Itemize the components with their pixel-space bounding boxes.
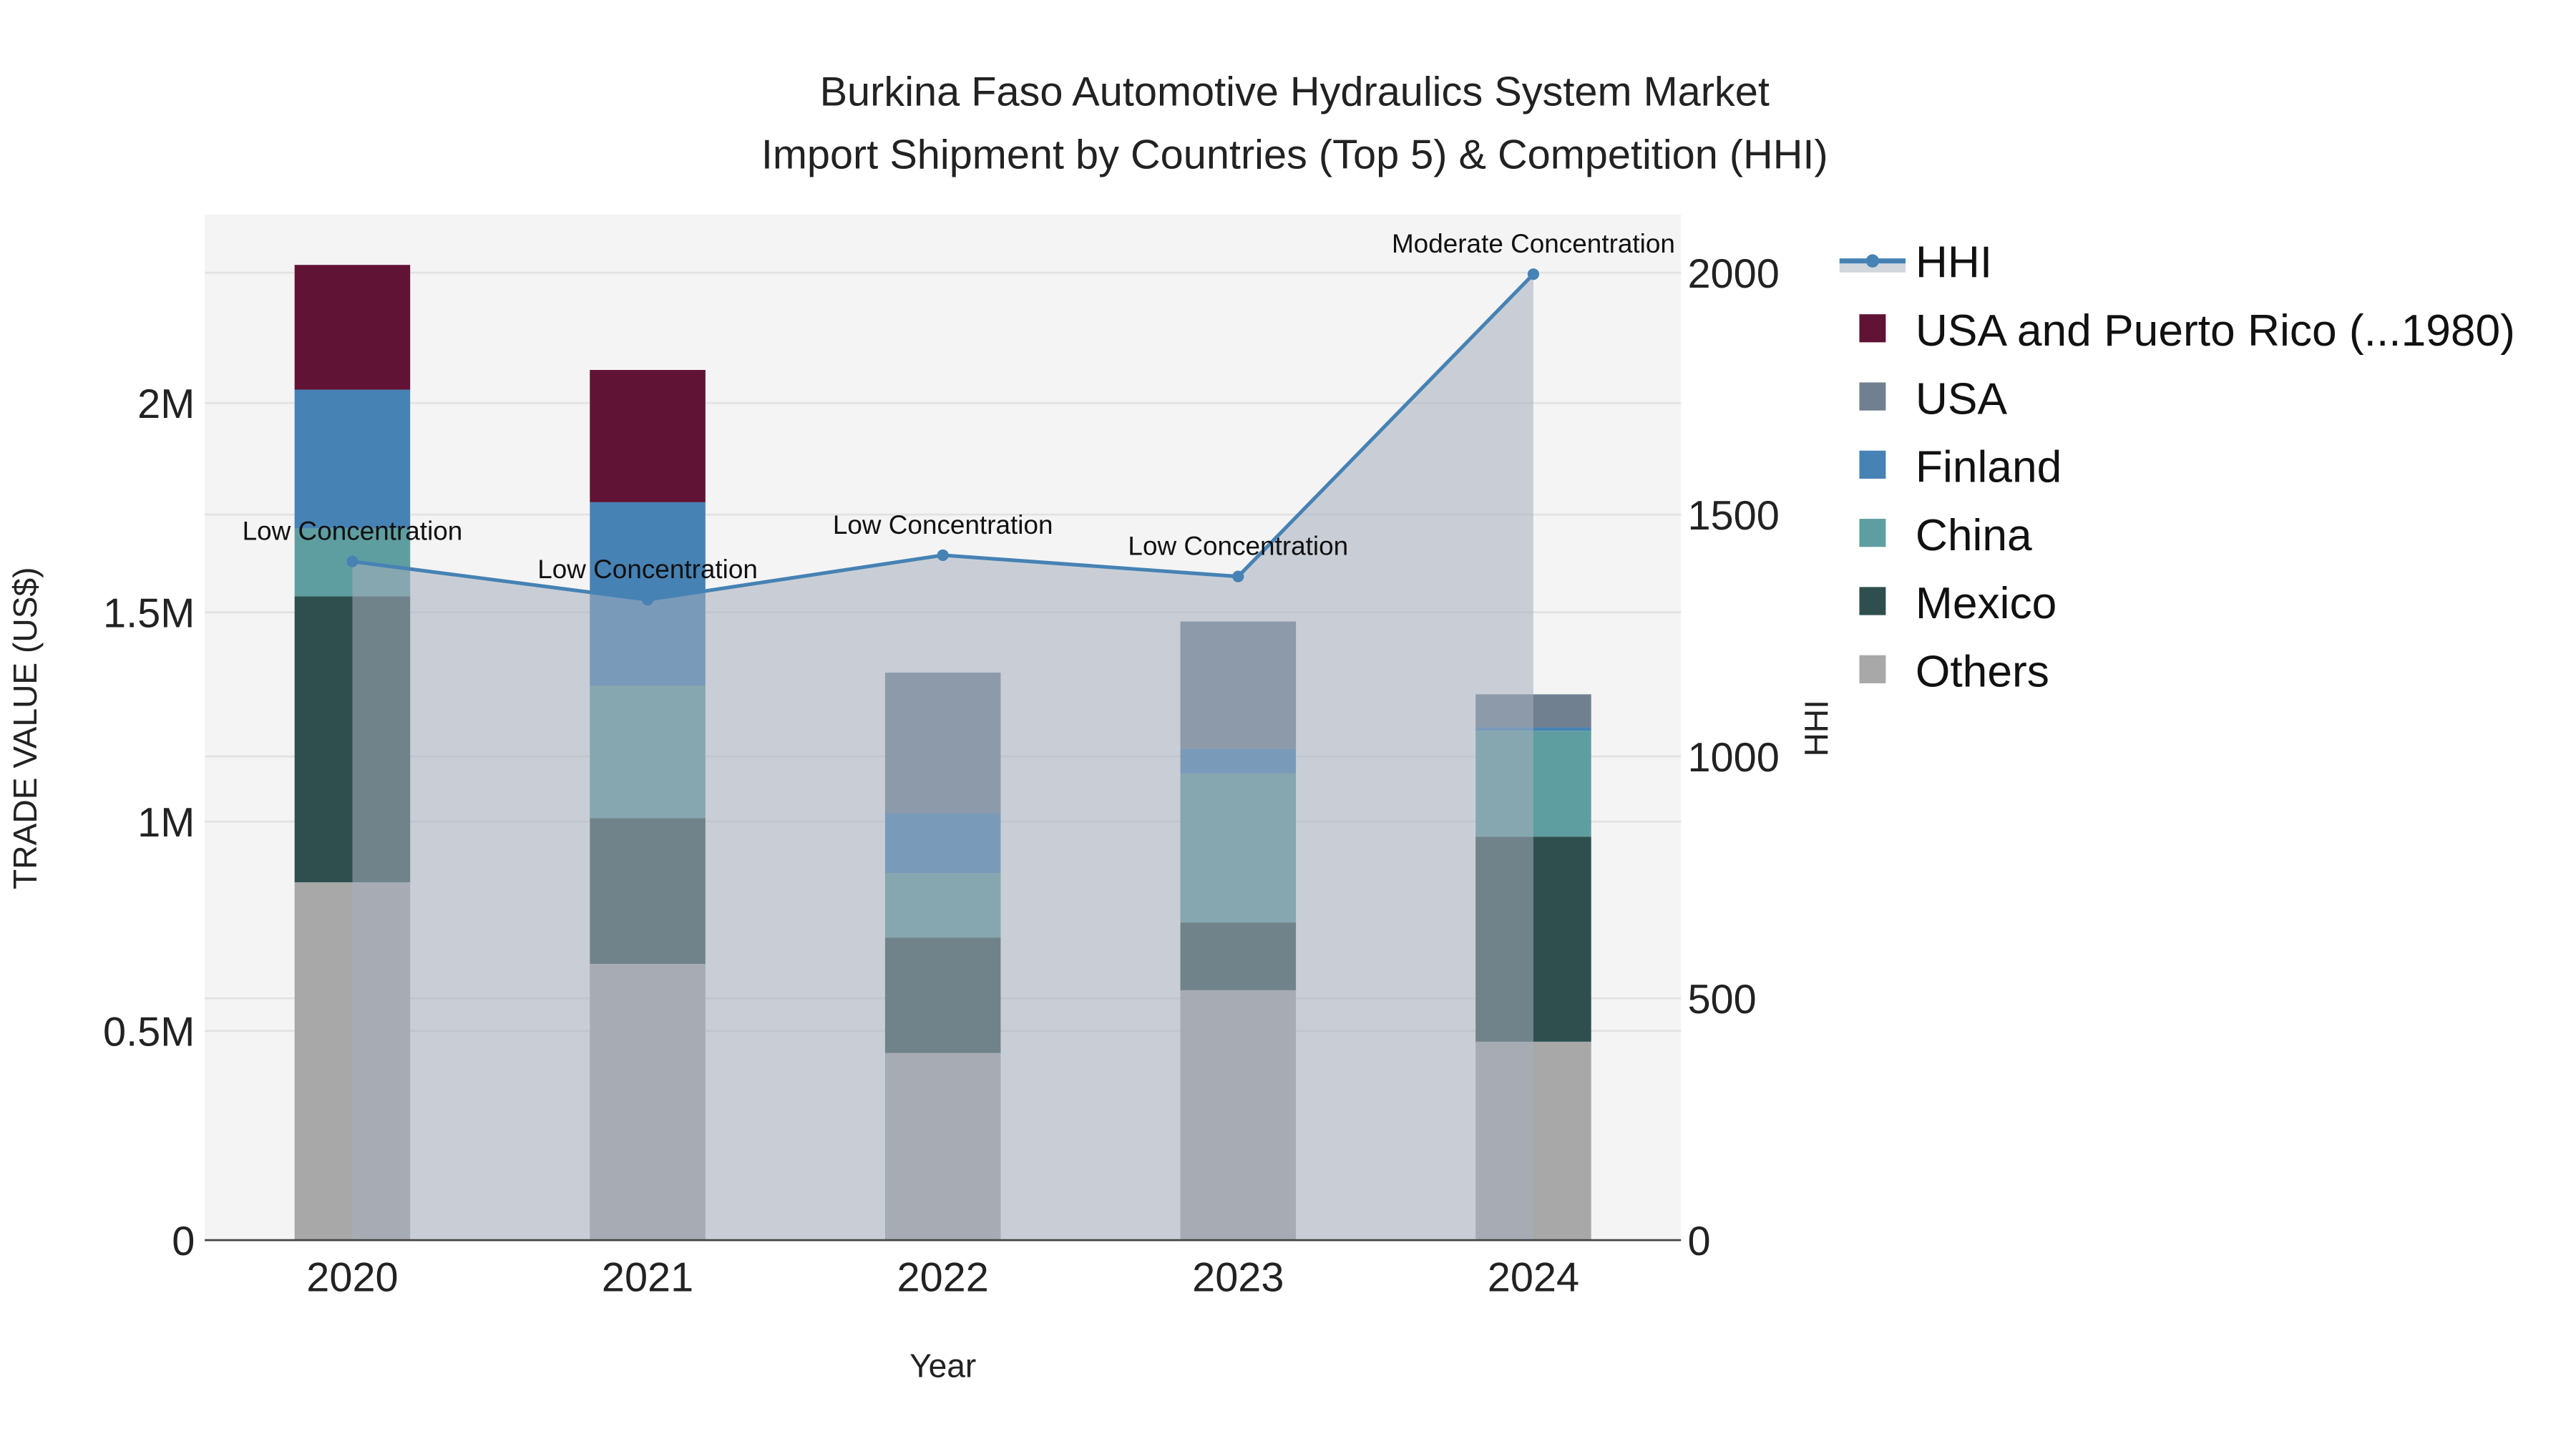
y2-axis-title: HHI bbox=[1798, 700, 1835, 756]
hhi-point-2024 bbox=[1527, 268, 1539, 280]
legend-swatch bbox=[1859, 587, 1886, 615]
y-axis-title: TRADE VALUE (US$) bbox=[6, 567, 44, 889]
hhi-label-2023: Low Concentration bbox=[1128, 532, 1348, 561]
chart-title-line2: Import Shipment by Countries (Top 5) & C… bbox=[761, 132, 1828, 177]
chart-title-line1: Burkina Faso Automotive Hydraulics Syste… bbox=[820, 69, 1770, 115]
legend-swatch-hhi-marker bbox=[1865, 254, 1880, 268]
legend-swatch bbox=[1859, 655, 1886, 683]
y-tick-label: 1.5M bbox=[103, 590, 195, 636]
legend-label: Others bbox=[1916, 648, 2049, 697]
legend-label: HHI bbox=[1916, 238, 1992, 288]
x-tick-label: 2022 bbox=[897, 1255, 989, 1301]
y-tick-label: 1M bbox=[137, 800, 195, 846]
legend-label: Mexico bbox=[1916, 579, 2057, 628]
x-tick-label: 2020 bbox=[306, 1255, 398, 1301]
legend-item-usa-and-puerto-rico-1980: USA and Puerto Rico (...1980) bbox=[1859, 306, 2515, 356]
y-tick-label: 2M bbox=[137, 381, 195, 427]
legend-label: USA and Puerto Rico (...1980) bbox=[1916, 306, 2515, 356]
y2-tick-label: 2000 bbox=[1687, 251, 1779, 297]
bar-finland-2020 bbox=[294, 389, 411, 529]
x-tick-label: 2023 bbox=[1192, 1255, 1284, 1301]
legend-label: USA bbox=[1916, 374, 2008, 424]
hhi-point-2021 bbox=[642, 594, 654, 606]
x-axis-title: Year bbox=[909, 1347, 976, 1385]
bar-usa-and-puerto-rico-1980-2020 bbox=[294, 265, 411, 390]
y2-tick-label: 500 bbox=[1687, 977, 1756, 1023]
y2-tick-label: 0 bbox=[1687, 1219, 1710, 1264]
bar-usa-and-puerto-rico-1980-2021 bbox=[590, 370, 706, 502]
x-tick-label: 2024 bbox=[1488, 1255, 1579, 1301]
legend-swatch bbox=[1859, 519, 1886, 547]
hhi-label-2020: Low Concentration bbox=[243, 517, 463, 546]
x-tick-label: 2021 bbox=[602, 1255, 693, 1301]
legend-swatch bbox=[1859, 382, 1886, 411]
legend-swatch bbox=[1859, 450, 1886, 479]
hhi-point-2023 bbox=[1232, 570, 1244, 582]
y-tick-label: 0.5M bbox=[103, 1009, 195, 1055]
legend-label: China bbox=[1916, 511, 2032, 560]
hhi-point-2022 bbox=[937, 549, 949, 561]
hhi-label-2024: Moderate Concentration bbox=[1392, 229, 1675, 258]
hhi-label-2021: Low Concentration bbox=[537, 555, 758, 584]
y2-tick-label: 1500 bbox=[1687, 493, 1779, 539]
legend-swatch bbox=[1859, 314, 1886, 343]
y-tick-label: 0 bbox=[172, 1219, 195, 1264]
hhi-point-2020 bbox=[346, 555, 358, 567]
chart: Low Concentration Low Concentration Low Co… bbox=[0, 0, 2576, 1449]
y2-tick-label: 1000 bbox=[1687, 735, 1779, 781]
legend-label: Finland bbox=[1916, 443, 2062, 492]
hhi-label-2022: Low Concentration bbox=[833, 510, 1053, 540]
